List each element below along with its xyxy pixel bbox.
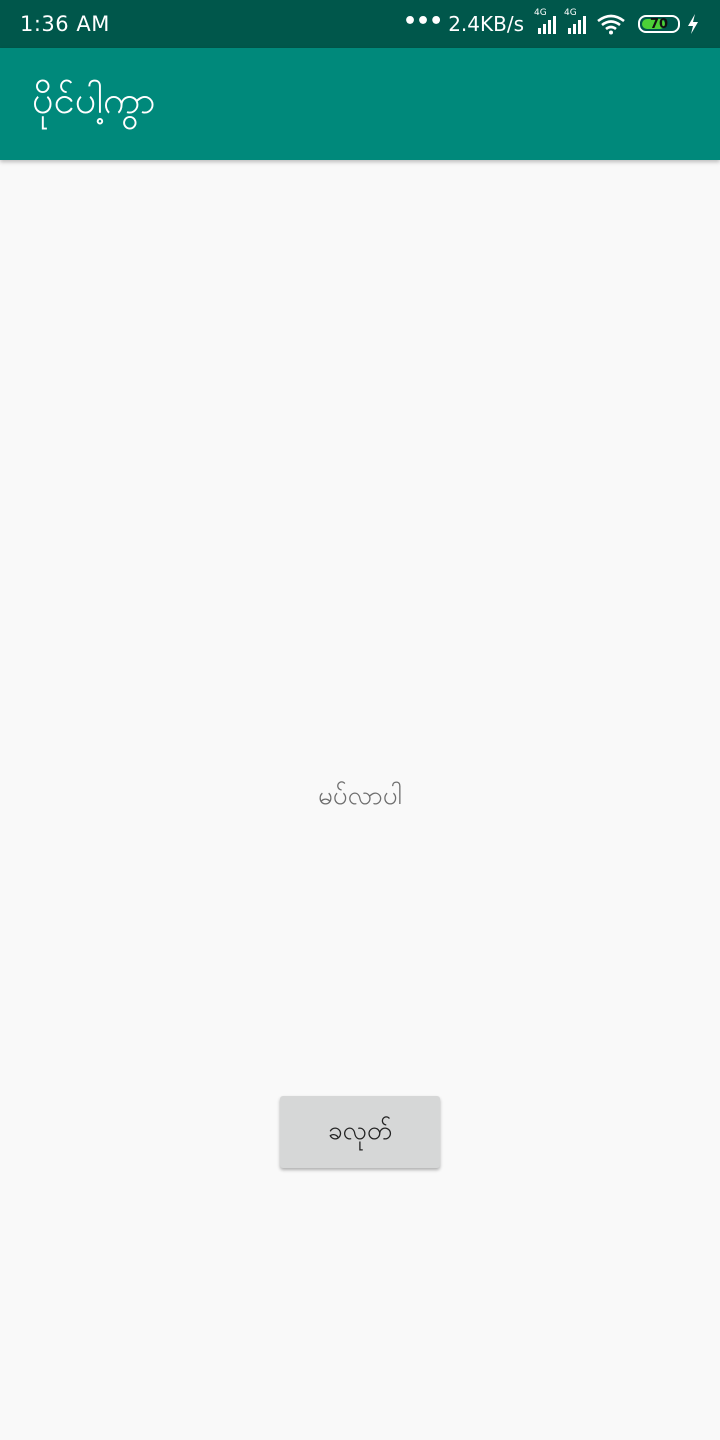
network-type-label: 4G — [564, 8, 577, 18]
battery-level: 70 — [649, 16, 669, 32]
message-text: မပ်လာပါ — [317, 781, 403, 811]
status-bar: 1:36 AM ••• 2.4KB/s 4G 4G 70 — [0, 0, 720, 48]
battery-icon: 70 — [638, 15, 680, 33]
wifi-icon — [597, 14, 625, 35]
system-icons: ••• 2.4KB/s 4G 4G 70 — [403, 8, 700, 36]
more-dots-icon: ••• — [403, 9, 443, 34]
app-bar: ပိုင်ပါ့ကွာ — [0, 48, 720, 160]
app-title: ပိုင်ပါ့ကွာ — [32, 78, 156, 122]
signal-icon: 4G — [534, 8, 556, 34]
clock: 1:36 AM — [20, 12, 110, 36]
network-type-label: 4G — [534, 8, 547, 18]
action-button[interactable]: ခလုတ် — [280, 1096, 440, 1168]
network-speed: 2.4KB/s — [448, 12, 524, 36]
signal-icon: 4G — [564, 8, 586, 34]
charging-icon — [688, 14, 698, 34]
